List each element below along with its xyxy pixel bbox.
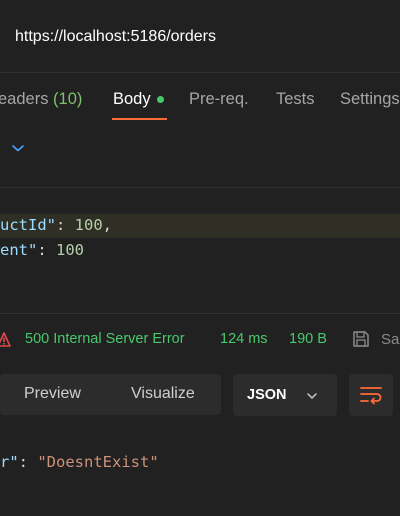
active-tab-underline bbox=[112, 118, 167, 120]
wrap-lines-icon bbox=[360, 387, 382, 405]
tab-settings[interactable]: Settings bbox=[340, 90, 400, 109]
response-body-line[interactable]: r": "DoesntExist" bbox=[0, 453, 159, 471]
response-time[interactable]: 124 ms bbox=[220, 331, 268, 347]
save-response-button[interactable]: Sa bbox=[381, 331, 399, 348]
tab-body[interactable]: Body bbox=[113, 90, 164, 109]
tab-headers[interactable]: eaders (10) bbox=[0, 90, 82, 109]
chevron-down-icon[interactable] bbox=[10, 140, 26, 156]
request-body-line[interactable]: uctId": 100, bbox=[0, 216, 112, 234]
chevron-down-icon bbox=[307, 393, 317, 399]
url-input[interactable]: https://localhost:5186/orders bbox=[15, 28, 216, 46]
view-tab-visualize[interactable]: Visualize bbox=[131, 385, 195, 403]
status-code[interactable]: 500 Internal Server Error bbox=[25, 331, 185, 347]
url-bar[interactable]: https://localhost:5186/orders bbox=[0, 0, 400, 73]
view-tab-preview[interactable]: Preview bbox=[24, 385, 81, 403]
tab-headers-label: eaders bbox=[0, 90, 49, 108]
format-select-label: JSON bbox=[247, 387, 287, 403]
tab-pre-request[interactable]: Pre-req. bbox=[189, 90, 249, 109]
divider bbox=[0, 313, 400, 314]
tab-headers-count: (10) bbox=[53, 90, 83, 108]
error-warning-icon bbox=[0, 332, 11, 347]
tab-tests[interactable]: Tests bbox=[276, 90, 315, 109]
request-body-line[interactable]: ent": 100 bbox=[0, 241, 84, 259]
save-icon[interactable] bbox=[351, 329, 371, 349]
tab-body-label: Body bbox=[113, 90, 151, 108]
body-indicator-dot bbox=[156, 96, 164, 104]
response-size[interactable]: 190 B bbox=[289, 331, 327, 347]
divider bbox=[0, 187, 400, 188]
